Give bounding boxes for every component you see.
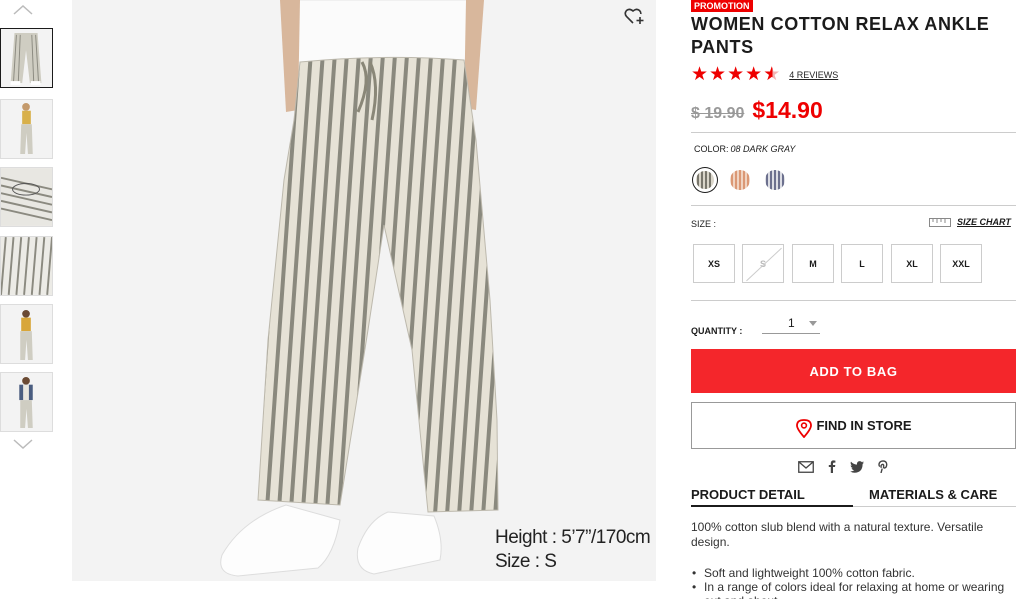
color-swatch-orange[interactable] <box>728 168 752 192</box>
feature-item: In a range of colors ideal for relaxing … <box>691 580 1011 599</box>
feature-item: Soft and lightweight 100% cotton fabric. <box>691 566 1011 580</box>
size-option-xs[interactable]: XS <box>693 244 735 283</box>
tab-product-detail[interactable]: PRODUCT DETAIL <box>691 487 805 502</box>
reviews-link[interactable]: 4 REVIEWS <box>789 70 838 80</box>
color-value: 08 DARK GRAY <box>730 144 796 154</box>
product-tabs: PRODUCT DETAIL MATERIALS & CARE <box>691 487 1016 507</box>
tab-divider <box>853 506 1016 507</box>
thumbnail-waist-detail[interactable] <box>0 167 53 227</box>
size-option-xxl[interactable]: XXL <box>940 244 982 283</box>
pants-illustration <box>220 0 499 577</box>
star-icon: ★ <box>727 64 745 85</box>
twitter-icon[interactable] <box>850 460 864 476</box>
size-option-xl[interactable]: XL <box>891 244 933 283</box>
heart-add-icon[interactable] <box>624 6 646 26</box>
size-label: SIZE : <box>691 219 717 229</box>
mail-icon[interactable] <box>798 460 814 476</box>
old-price: $ 19.90 <box>691 105 745 122</box>
product-description: 100% cotton slub blend with a natural te… <box>691 520 984 549</box>
thumbnail-model-mustard[interactable] <box>0 304 53 364</box>
model-height: Height : 5’7”/170cm <box>495 527 651 548</box>
ruler-icon <box>929 217 951 227</box>
size-option-s[interactable]: S <box>742 244 784 283</box>
thumbnail-strip <box>0 0 60 599</box>
color-label: COLOR: 08 DARK GRAY <box>694 144 796 154</box>
size-option-m[interactable]: M <box>792 244 834 283</box>
promotion-badge: PROMOTION <box>691 0 753 12</box>
model-size: Size : S <box>495 551 557 572</box>
divider <box>691 205 1016 206</box>
product-page: Height : 5’7”/170cm Size : S PROMOTION W… <box>0 0 1019 599</box>
main-product-image[interactable]: Height : 5’7”/170cm Size : S <box>72 0 656 581</box>
divider <box>691 300 1016 301</box>
find-in-store-button[interactable]: FIND IN STORE <box>691 402 1016 449</box>
active-tab-indicator <box>691 505 853 507</box>
thumbnail-model-full[interactable] <box>0 99 53 159</box>
quantity-select[interactable]: 1 <box>762 313 820 334</box>
thumbnail-fabric-detail[interactable] <box>0 236 53 296</box>
thumbnail-front-view[interactable] <box>0 28 53 88</box>
tab-materials-care[interactable]: MATERIALS & CARE <box>869 487 997 502</box>
pinterest-icon[interactable] <box>878 460 888 476</box>
star-icon: ★ <box>745 64 763 85</box>
chevron-down-icon[interactable] <box>12 437 34 451</box>
color-swatch-dark-gray[interactable] <box>693 168 717 192</box>
quantity-value: 1 <box>788 316 795 330</box>
color-swatch-navy[interactable] <box>763 168 787 192</box>
rating: ★ ★ ★ ★ ★ 4 REVIEWS <box>691 64 838 85</box>
size-chart-label: SIZE CHART <box>957 217 1011 227</box>
model-info: Height : 5’7”/170cm Size : S <box>495 526 651 574</box>
star-icon: ★ <box>709 64 727 85</box>
add-to-bag-button[interactable]: ADD TO BAG <box>691 349 1016 393</box>
size-option-l[interactable]: L <box>841 244 883 283</box>
thumbnail-model-cardigan[interactable] <box>0 372 53 432</box>
half-star-icon: ★ <box>763 64 781 85</box>
chevron-up-icon[interactable] <box>12 2 34 16</box>
product-title: WOMEN COTTON RELAX ANKLE PANTS <box>691 14 990 57</box>
divider <box>691 132 1016 133</box>
chevron-down-icon <box>808 320 817 326</box>
size-chart-link[interactable]: SIZE CHART <box>929 217 1011 227</box>
star-icon: ★ <box>691 64 709 85</box>
sale-price: $14.90 <box>752 97 823 123</box>
location-pin-icon <box>796 418 813 438</box>
facebook-icon[interactable] <box>828 460 836 476</box>
feature-list: Soft and lightweight 100% cotton fabric.… <box>691 566 1011 599</box>
quantity-label: QUANTITY : <box>691 326 743 336</box>
find-in-store-label: FIND IN STORE <box>816 418 912 433</box>
share-icons <box>798 460 902 476</box>
price: $ 19.90 $14.90 <box>691 97 823 124</box>
